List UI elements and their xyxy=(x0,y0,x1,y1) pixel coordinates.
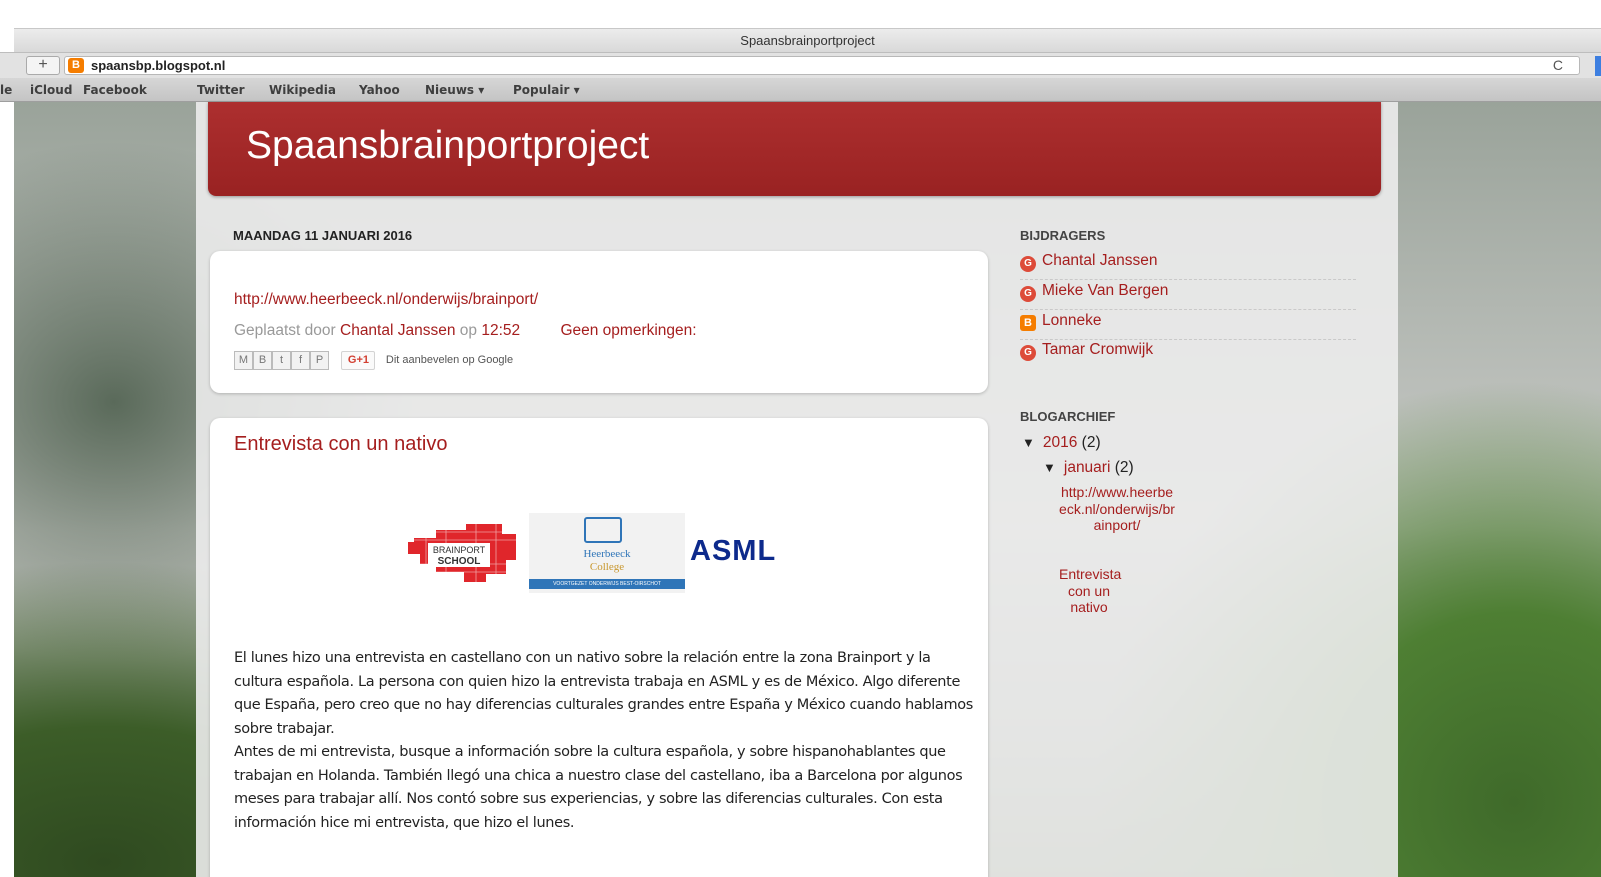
blogger-icon: B xyxy=(1020,315,1036,331)
contributor-item[interactable]: G Chantal Janssen xyxy=(1020,252,1356,280)
contributor-item[interactable]: G Tamar Cromwijk xyxy=(1020,341,1356,369)
bookmark-wikipedia[interactable]: Wikipedia xyxy=(269,83,336,97)
contributor-name[interactable]: Chantal Janssen xyxy=(1042,252,1157,269)
heerbeeck-logo-text-1: Heerbeeck xyxy=(583,548,631,560)
sidebar-tab-edge xyxy=(1595,56,1601,76)
archive-year: ▼ 2016 (2) xyxy=(1022,434,1101,452)
contributor-name[interactable]: Lonneke xyxy=(1042,312,1101,329)
google-plus-icon: G xyxy=(1020,345,1036,361)
post-body: El lunes hizo una entrevista en castella… xyxy=(234,647,974,835)
heerbeeck-logo-strip: VOORTGEZET ONDERWIJS BEST-OIRSCHOT xyxy=(529,579,685,589)
contributor-item[interactable]: B Lonneke xyxy=(1020,312,1356,340)
google-plus-icon: G xyxy=(1020,256,1036,272)
reload-icon[interactable]: C xyxy=(1553,57,1563,73)
address-bar-row: + B spaansbp.blogspot.nl C xyxy=(0,52,1601,78)
archive-month-count: (2) xyxy=(1114,459,1134,476)
contributors-title: BIJDRAGERS xyxy=(1020,228,1106,243)
bookmarks-bar: le iCloud Facebook Twitter Wikipedia Yah… xyxy=(0,78,1601,102)
archive-year-count: (2) xyxy=(1081,434,1101,451)
bookmark-yahoo[interactable]: Yahoo xyxy=(359,83,400,97)
post-card: Entrevista con un nativo BRAINPORT SCHOO… xyxy=(210,418,988,877)
email-share-icon[interactable]: M xyxy=(234,351,253,370)
facebook-share-icon[interactable]: f xyxy=(291,351,310,370)
brainport-logo-text-1: BRAINPORT xyxy=(433,545,486,555)
bookmark-truncated[interactable]: le xyxy=(0,83,12,97)
window-title: Spaansbrainportproject xyxy=(740,33,875,48)
date-header: MAANDAG 11 JANUARI 2016 xyxy=(233,228,413,243)
pinterest-share-icon[interactable]: P xyxy=(310,351,329,370)
url-field[interactable]: B spaansbp.blogspot.nl C xyxy=(64,56,1580,75)
archive-post-link[interactable]: Entrevista con un nativo xyxy=(1059,566,1121,616)
heerbeeck-college-logo: Heerbeeck College VOORTGEZET ONDERWIJS B… xyxy=(529,513,685,593)
post-paragraph: Antes de mi entrevista, busque a informa… xyxy=(234,744,963,831)
contributor-name[interactable]: Tamar Cromwijk xyxy=(1042,341,1153,358)
bookmark-nieuws[interactable]: Nieuws ▾ xyxy=(425,83,484,97)
brainport-school-logo: BRAINPORT SCHOOL xyxy=(406,518,522,586)
blog-title[interactable]: Spaansbrainportproject xyxy=(246,124,649,168)
archive-title: BLOGARCHIEF xyxy=(1020,409,1116,424)
archive-year-link[interactable]: 2016 xyxy=(1043,434,1077,451)
at-label: op xyxy=(459,322,478,339)
window-title-bar: Spaansbrainportproject xyxy=(14,28,1601,52)
comments-link[interactable]: Geen opmerkingen: xyxy=(560,322,696,339)
post-link[interactable]: http://www.heerbeeck.nl/onderwijs/brainp… xyxy=(234,291,538,309)
recommend-text: Dit aanbevelen op Google xyxy=(385,354,514,366)
post-paragraph: El lunes hizo una entrevista en castella… xyxy=(234,650,973,737)
post-card: http://www.heerbeeck.nl/onderwijs/brainp… xyxy=(210,251,988,393)
post-title[interactable]: Entrevista con un nativo xyxy=(234,433,447,456)
bookmark-facebook[interactable]: Facebook xyxy=(83,83,147,97)
twitter-share-icon[interactable]: t xyxy=(272,351,291,370)
new-tab-button[interactable]: + xyxy=(26,56,60,75)
bookmark-icloud[interactable]: iCloud xyxy=(30,83,72,97)
collapse-toggle-icon[interactable]: ▼ xyxy=(1043,460,1056,475)
posted-by-label: Geplaatst door xyxy=(234,322,336,339)
archive-month-link[interactable]: januari xyxy=(1064,459,1111,476)
brainport-logo-text-2: SCHOOL xyxy=(438,556,481,567)
asml-logo: ASML xyxy=(690,535,777,567)
share-buttons: MBtfP G+1 Dit aanbevelen op Google xyxy=(234,351,513,371)
bookmark-twitter[interactable]: Twitter xyxy=(197,83,245,97)
heerbeeck-logo-text-2: College xyxy=(589,561,625,573)
contributor-name[interactable]: Mieke Van Bergen xyxy=(1042,282,1168,299)
blogthis-share-icon[interactable]: B xyxy=(253,351,272,370)
author-link[interactable]: Chantal Janssen xyxy=(340,322,455,339)
bookmark-populair[interactable]: Populair ▾ xyxy=(513,83,580,97)
archive-post-link[interactable]: http://www.heerbeeck.nl/onderwijs/brainp… xyxy=(1059,484,1175,534)
school-building-icon xyxy=(584,517,622,543)
google-plus-icon: G xyxy=(1020,286,1036,302)
archive-month: ▼ januari (2) xyxy=(1043,459,1134,477)
url-text: spaansbp.blogspot.nl xyxy=(91,58,226,73)
post-footer: Geplaatst door Chantal Janssen op 12:52 … xyxy=(234,322,697,340)
blogger-favicon-icon: B xyxy=(68,58,84,73)
collapse-toggle-icon[interactable]: ▼ xyxy=(1022,435,1035,450)
blog-header: Spaansbrainportproject xyxy=(208,102,1381,196)
post-time-link[interactable]: 12:52 xyxy=(481,322,520,339)
gplus-one-button[interactable]: G+1 xyxy=(341,351,376,370)
contributor-item[interactable]: G Mieke Van Bergen xyxy=(1020,282,1356,310)
